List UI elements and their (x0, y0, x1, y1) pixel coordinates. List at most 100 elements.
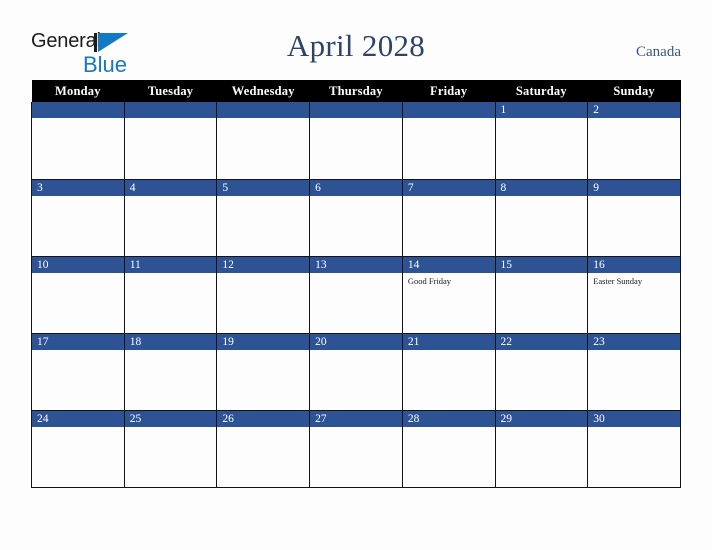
calendar-day-cell[interactable]: 24 (31, 410, 125, 488)
day-number: 18 (124, 333, 217, 350)
day-events: Easter Sunday (588, 273, 680, 287)
calendar-day-cell[interactable]: 29 (494, 410, 589, 488)
day-events (496, 350, 588, 353)
calendar-day-cell[interactable]: 6 (309, 179, 403, 257)
holiday-event-label: Easter Sunday (593, 275, 643, 286)
day-number: 12 (217, 256, 310, 273)
day-events (32, 118, 124, 121)
day-events (32, 427, 124, 430)
calendar-day-cell[interactable]: 4 (123, 179, 218, 257)
day-events (403, 118, 495, 121)
day-events (217, 350, 309, 353)
calendar-empty-cell (216, 102, 311, 180)
calendar-week-row: 3456789 (31, 179, 681, 257)
calendar-day-cell[interactable]: 25 (123, 410, 218, 488)
weekday-header-wednesday: Wednesday (216, 80, 310, 102)
calendar-day-cell[interactable]: 13 (309, 256, 403, 334)
calendar-day-cell[interactable]: 28 (401, 410, 496, 488)
day-events (32, 350, 124, 353)
day-number: 30 (588, 410, 680, 427)
calendar-day-cell[interactable]: 21 (401, 333, 496, 411)
day-number: 24 (32, 410, 124, 427)
day-number: 16 (588, 256, 680, 273)
calendar-day-cell[interactable]: 11 (123, 256, 218, 334)
calendar-day-cell[interactable]: 14 Good Friday (401, 256, 496, 334)
day-number: 4 (124, 179, 217, 196)
day-number (402, 102, 495, 118)
day-number: 6 (310, 179, 402, 196)
day-events (496, 427, 588, 430)
day-number: 9 (588, 179, 680, 196)
calendar-day-cell[interactable]: 5 (216, 179, 311, 257)
calendar-day-cell[interactable]: 23 (587, 333, 681, 411)
calendar-day-cell[interactable]: 19 (216, 333, 311, 411)
day-number: 8 (495, 179, 588, 196)
calendar-day-cell[interactable]: 18 (123, 333, 218, 411)
calendar-day-cell[interactable]: 3 (31, 179, 125, 257)
day-events (125, 118, 217, 121)
day-events (310, 118, 402, 121)
day-events (217, 273, 309, 276)
page-title: April 2028 (286, 28, 426, 63)
calendar-day-cell[interactable]: 30 (587, 410, 681, 488)
day-events (588, 196, 680, 199)
calendar-day-cell[interactable]: 17 (31, 333, 125, 411)
weekday-header-saturday: Saturday (495, 80, 588, 102)
calendar-day-cell[interactable]: 12 (216, 256, 311, 334)
day-number: 22 (495, 333, 588, 350)
calendar-empty-cell (401, 102, 496, 180)
day-number: 20 (310, 333, 402, 350)
day-events (217, 427, 309, 430)
day-number: 7 (402, 179, 495, 196)
calendar-day-cell[interactable]: 8 (494, 179, 589, 257)
day-number: 11 (124, 256, 217, 273)
day-number (124, 102, 217, 118)
day-events (496, 118, 588, 121)
day-number (32, 102, 124, 118)
calendar-day-cell[interactable]: 15 (494, 256, 589, 334)
day-number: 10 (32, 256, 124, 273)
day-events (310, 350, 402, 353)
day-number: 15 (495, 256, 588, 273)
day-number: 19 (217, 333, 310, 350)
day-number: 28 (402, 410, 495, 427)
calendar-day-cell[interactable]: 16 Easter Sunday (587, 256, 681, 334)
calendar-week-row: 24 25 26 27 28 29 30 (31, 410, 681, 488)
weekday-header-monday: Monday (31, 80, 125, 102)
day-events (310, 196, 402, 199)
weekday-header-thursday: Thursday (309, 80, 403, 102)
calendar-day-cell[interactable]: 1 (494, 102, 589, 180)
calendar-empty-cell (123, 102, 218, 180)
calendar-day-cell[interactable]: 20 (309, 333, 403, 411)
day-number: 2 (588, 102, 680, 118)
calendar-week-row: 17 18 19 20 21 22 23 (31, 333, 681, 411)
calendar-day-cell[interactable]: 10 (31, 256, 125, 334)
day-number: 1 (495, 102, 588, 118)
calendar-day-cell[interactable]: 26 (216, 410, 311, 488)
calendar-day-cell[interactable]: 2 (587, 102, 681, 180)
day-events (310, 273, 402, 276)
day-events (310, 427, 402, 430)
calendar-week-row: 12 (31, 102, 681, 180)
day-number: 29 (495, 410, 588, 427)
calendar-header-row-group: Monday Tuesday Wednesday Thursday Friday… (31, 80, 681, 102)
calendar-week-row: 10 11 12 13 14 Good Friday 15 16 Easter Sunday (31, 256, 681, 334)
day-events (125, 273, 217, 276)
calendar-body: 1 2 3 4 5 6 7 8 9 10 11 12 13 14 Good Friday 15 16 Easter… (31, 102, 681, 488)
weekday-header-tuesday: Tuesday (124, 80, 217, 102)
weekday-header-row: Monday Tuesday Wednesday Thursday Friday… (31, 80, 681, 102)
calendar-day-cell[interactable]: 27 (309, 410, 403, 488)
day-number: 14 (402, 256, 495, 273)
day-events (217, 118, 309, 121)
day-events (588, 427, 680, 430)
day-events (588, 350, 680, 353)
country-label: Canada (636, 44, 681, 60)
calendar-day-cell[interactable]: 22 (494, 333, 589, 411)
day-number: 23 (588, 333, 680, 350)
day-events (588, 118, 680, 121)
day-events (217, 196, 309, 199)
day-events (496, 273, 588, 276)
calendar-day-cell[interactable]: 9 (587, 179, 681, 257)
calendar-day-cell[interactable]: 7 (401, 179, 496, 257)
calendar-empty-cell (31, 102, 125, 180)
